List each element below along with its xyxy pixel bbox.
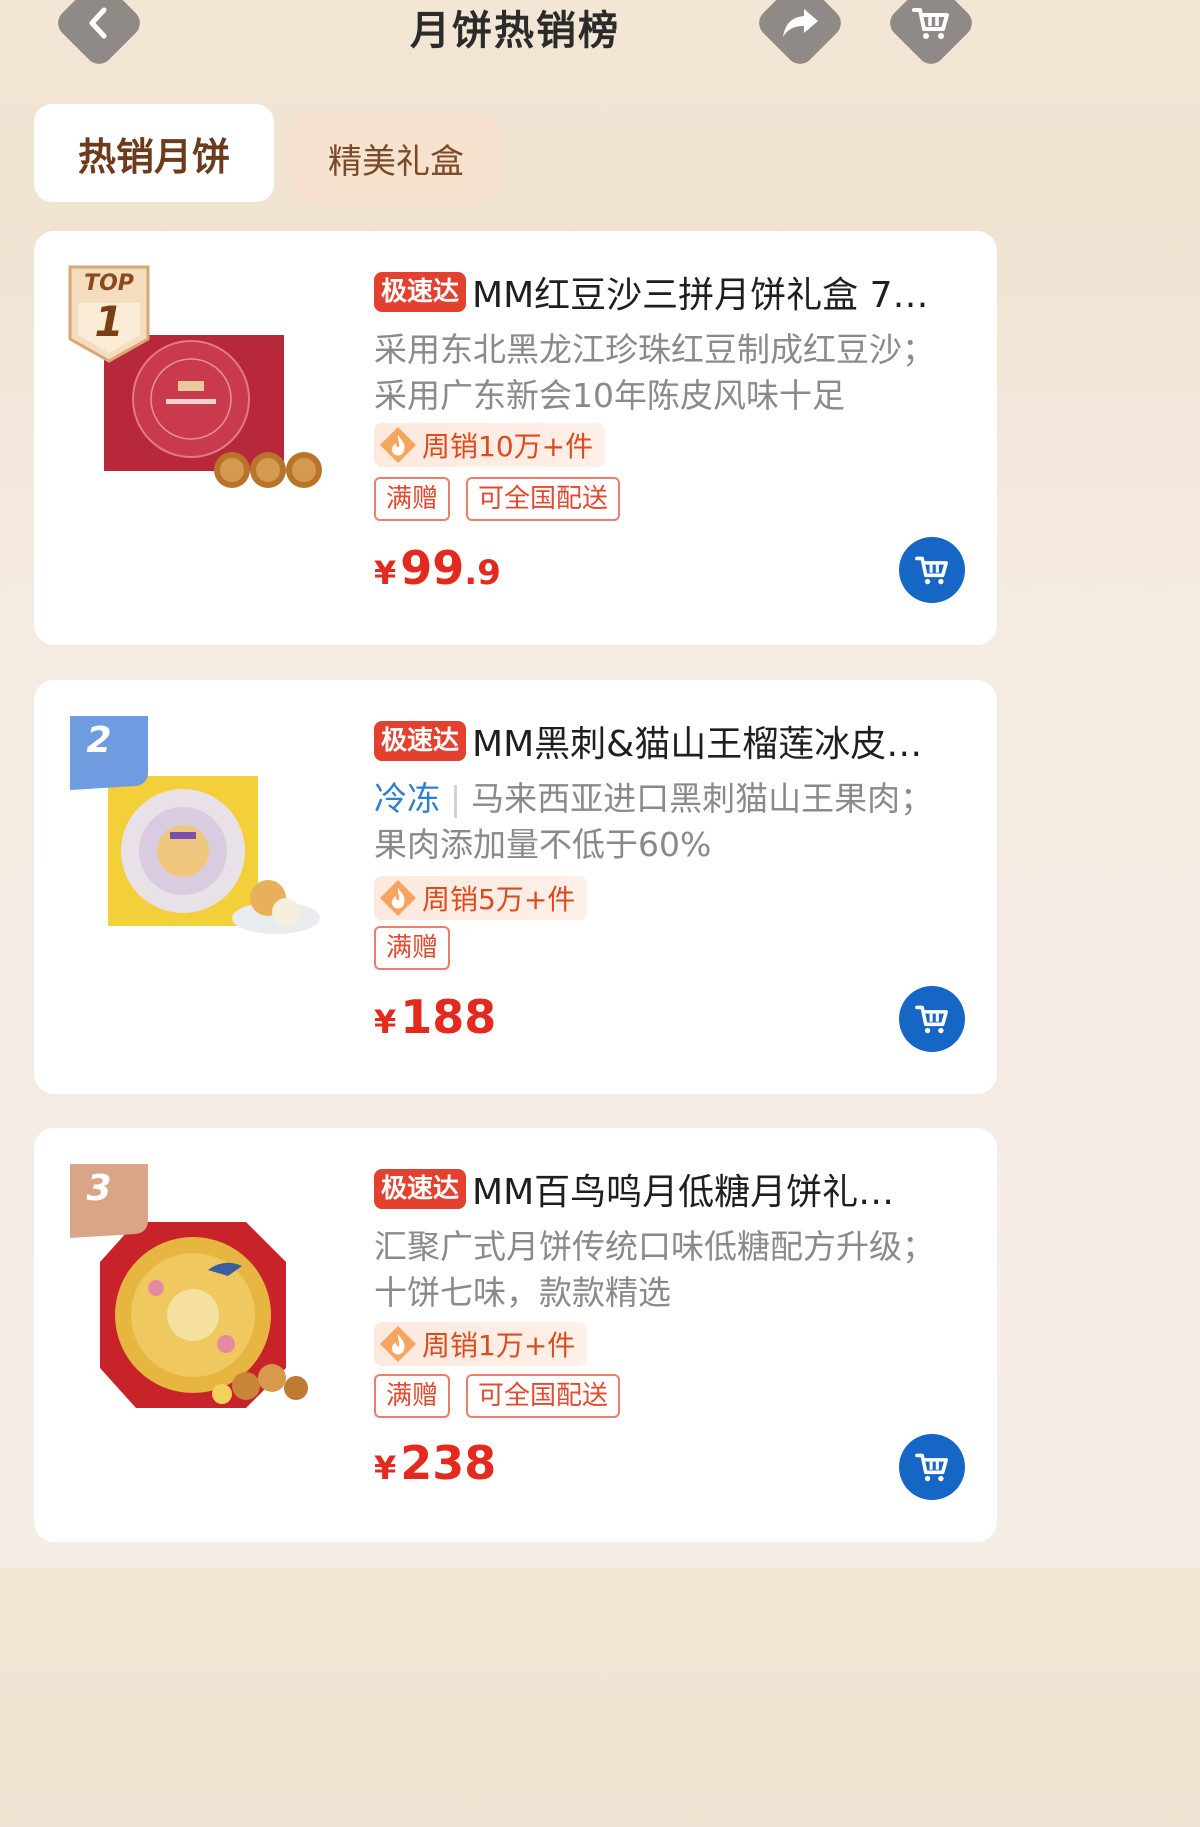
cart-icon [915, 1005, 948, 1034]
share-icon [783, 8, 818, 37]
description-text: 汇聚广式月饼传统口味低糖配方升级；十饼七味，款款精选 [374, 1227, 935, 1312]
product-title-row[interactable]: 极速达 MM红豆沙三拼月饼礼盒 7… [374, 267, 974, 317]
product-title[interactable]: MM百鸟鸣月低糖月饼礼… [472, 1163, 974, 1215]
sales-badge: 周销5万+件 [374, 876, 588, 920]
fire-icon [380, 1326, 416, 1362]
promo-tag-shipping: 可全国配送 [466, 1374, 621, 1418]
sales-badge: 周销10万+件 [374, 423, 606, 467]
product-title[interactable]: MM黑刺&猫山王榴莲冰皮… [472, 715, 974, 767]
product-card-3[interactable]: 3 极速达 MM百鸟鸣月低糖月饼礼… 汇聚广式月饼传统口味低糖配方升级；十饼七味… [34, 1128, 997, 1542]
product-card-2[interactable]: 2 极速达 MM黑刺&猫山王榴莲冰皮… 冷冻 | 马来西亚进口黑刺猫山王果肉；果肉添… [34, 680, 997, 1094]
page-title: 月饼热销榜 [410, 8, 620, 54]
promo-tags: 满赠 可全国配送 [374, 477, 636, 521]
product-title[interactable]: MM红豆沙三拼月饼礼盒 7… [472, 266, 974, 318]
currency-symbol: ¥ [374, 1449, 397, 1487]
product-description: 采用东北黑龙江珍珠红豆制成红豆沙；采用广东新会10年陈皮风味十足 [374, 327, 954, 419]
product-price: ¥ 188 [374, 990, 496, 1044]
frozen-label: 冷冻 [374, 779, 440, 818]
weekly-sales: 周销1万+件 [422, 1329, 576, 1362]
separator: | [450, 779, 462, 818]
tab-hot-mooncakes[interactable]: 热销月饼 [34, 104, 274, 202]
description-text: 采用东北黑龙江珍珠红豆制成红豆沙；采用广东新会10年陈皮风味十足 [374, 330, 935, 415]
sales-badge: 周销1万+件 [374, 1322, 588, 1366]
product-title-row[interactable]: 极速达 MM百鸟鸣月低糖月饼礼… [374, 1164, 974, 1214]
promo-tag-gift: 满赠 [374, 926, 451, 970]
product-title-row[interactable]: 极速达 MM黑刺&猫山王榴莲冰皮… [374, 716, 974, 766]
promo-tag-shipping: 可全国配送 [466, 477, 621, 521]
fire-icon [380, 427, 416, 463]
express-tag: 极速达 [374, 721, 467, 761]
weekly-sales: 周销5万+件 [422, 883, 576, 916]
promo-tag-gift: 满赠 [374, 477, 451, 521]
price-integer: 188 [400, 990, 497, 1044]
price-integer: 238 [400, 1436, 497, 1490]
cart-icon [915, 1453, 948, 1482]
product-price: ¥ 238 [374, 1436, 496, 1490]
promo-tags: 满赠 [374, 926, 466, 970]
add-to-cart-button[interactable] [899, 986, 965, 1052]
fire-icon [380, 880, 416, 916]
rank-number: 3 [86, 1168, 112, 1209]
express-tag: 极速达 [374, 1169, 467, 1209]
currency-symbol: ¥ [374, 1003, 397, 1041]
rank-label: TOP [84, 271, 134, 296]
price-integer: 99 [400, 541, 465, 595]
product-description: 冷冻 | 马来西亚进口黑刺猫山王果肉；果肉添加量不低于60% [374, 776, 954, 868]
product-description: 汇聚广式月饼传统口味低糖配方升级；十饼七味，款款精选 [374, 1224, 954, 1316]
add-to-cart-button[interactable] [899, 537, 965, 603]
currency-symbol: ¥ [374, 554, 397, 592]
rank-number: 1 [94, 297, 124, 346]
rank-number: 2 [86, 720, 112, 761]
add-to-cart-button[interactable] [899, 1434, 965, 1500]
price-decimal: .9 [464, 553, 501, 593]
promo-tags: 满赠 可全国配送 [374, 1374, 636, 1418]
cart-icon [912, 8, 949, 39]
product-price: ¥ 99 .9 [374, 541, 501, 595]
product-card-1[interactable]: TOP 1 极速达 MM红豆沙三拼月饼礼盒 7… 采用东北黑龙江珍珠红豆制成红豆… [34, 231, 997, 645]
weekly-sales: 周销10万+件 [422, 430, 594, 463]
express-tag: 极速达 [374, 272, 467, 312]
promo-tag-gift: 满赠 [374, 1374, 451, 1418]
cart-icon [915, 556, 948, 585]
tab-gift-boxes[interactable]: 精美礼盒 [292, 114, 500, 202]
top-bar: 月饼热销榜 [0, 0, 1030, 90]
cart-button[interactable] [884, 0, 978, 70]
share-button[interactable] [753, 0, 847, 70]
